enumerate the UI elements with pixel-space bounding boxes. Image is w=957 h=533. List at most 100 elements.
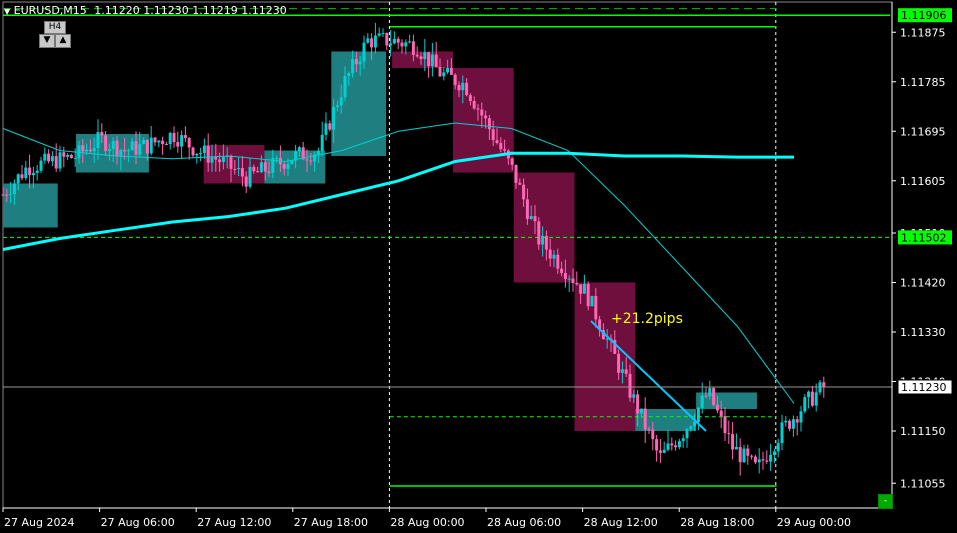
candle-body [149, 137, 153, 154]
price-label: 1.11502 [901, 231, 947, 244]
price-label: 1.11230 [901, 381, 947, 394]
candle-body [503, 149, 507, 151]
candle-body [408, 41, 412, 43]
timeframe-button[interactable]: H4 [44, 21, 66, 34]
candle-body [290, 160, 294, 164]
candle-body [738, 446, 742, 463]
candle-body [541, 235, 545, 245]
candle-body [309, 160, 313, 162]
candle-body [282, 164, 286, 169]
candle-body [689, 426, 693, 430]
candle-body [297, 147, 301, 152]
corner-green-icon[interactable]: - [878, 494, 893, 509]
h4-box [203, 145, 265, 184]
candle-body [183, 135, 187, 139]
collapse-triangle-icon[interactable]: ▼ [4, 7, 10, 16]
candle-body [696, 407, 700, 422]
candle-body [491, 129, 495, 141]
candle-body [370, 38, 374, 48]
candle-body [107, 149, 111, 152]
candle-body [442, 72, 446, 77]
candle-body [791, 419, 795, 429]
candle-body [259, 162, 263, 173]
candle-body [719, 410, 723, 417]
candle-body [803, 397, 807, 412]
candle-body [347, 73, 351, 77]
candle-body [267, 171, 271, 173]
candle-body [772, 451, 776, 455]
candle-body [685, 429, 689, 439]
candle-body [210, 157, 214, 163]
candle-body [275, 157, 279, 159]
candle-body [693, 421, 697, 427]
candle-body [180, 135, 184, 147]
chart-header: ▼ EURUSD,M15 1.11220 1.11230 1.11219 1.1… [4, 4, 287, 19]
candle-body [484, 115, 488, 119]
x-tick-label: 28 Aug 18:00 [680, 516, 754, 529]
candle-body [100, 132, 104, 136]
candle-body [354, 59, 358, 65]
candle-body [742, 448, 746, 463]
pips-annotation: +21.2pips [611, 311, 683, 327]
candle-body [366, 38, 370, 43]
candle-body [385, 33, 389, 46]
candle-body [134, 141, 138, 155]
candle-body [130, 141, 134, 151]
candle-body [636, 394, 640, 414]
candle-body [81, 145, 85, 152]
candle-body [335, 105, 339, 108]
candle-body [780, 422, 784, 444]
candle-body [487, 118, 491, 130]
price-chart[interactable]: 1.118751.117851.116951.116051.115101.114… [0, 0, 957, 533]
candle-body [123, 149, 127, 152]
candle-body [50, 156, 54, 162]
candle-body [723, 416, 727, 434]
candle-body [392, 38, 396, 44]
candle-body [465, 82, 469, 96]
arrow-down-button[interactable]: ▼ [39, 34, 55, 48]
candle-body [411, 41, 415, 55]
candle-body [651, 429, 655, 440]
price-label: 1.11906 [901, 9, 947, 22]
candle-body [263, 162, 267, 172]
candle-body [218, 159, 222, 163]
candle-body [590, 295, 594, 307]
y-tick-label: 1.11875 [900, 26, 946, 39]
candle-body [24, 167, 28, 179]
candle-body [104, 135, 108, 152]
candle-body [396, 38, 400, 43]
candle-body [339, 97, 343, 106]
candle-body [305, 159, 309, 161]
candle-body [324, 123, 328, 135]
chart-window[interactable]: 1.118751.117851.116951.116051.115101.114… [0, 0, 957, 533]
candle-body [206, 145, 210, 163]
plot-frame [2, 1, 893, 509]
candle-body [575, 283, 579, 285]
candle-body [522, 184, 526, 200]
candle-body [746, 448, 750, 456]
candle-body [822, 382, 826, 387]
candle-body [237, 168, 241, 170]
candle-body [92, 148, 96, 152]
candle-body [119, 149, 123, 157]
candle-body [666, 443, 670, 450]
candle-body [1, 194, 5, 196]
x-tick-label: 27 Aug 12:00 [197, 516, 271, 529]
candle-body [499, 143, 503, 150]
candle-body [510, 158, 514, 165]
arrow-up-button[interactable]: ▲ [55, 34, 71, 48]
candle-body [373, 35, 377, 48]
candle-body [624, 369, 628, 374]
candle-body [795, 419, 799, 423]
candle-body [389, 43, 393, 46]
candle-body [244, 176, 248, 187]
candle-body [731, 434, 735, 450]
candle-body [419, 56, 423, 60]
candle-body [677, 441, 681, 448]
candle-body [172, 132, 176, 143]
symbol-label: EURUSD,M15 [13, 4, 87, 17]
candle-body [632, 394, 636, 398]
candle-body [712, 388, 716, 405]
candle-body [810, 391, 814, 406]
ohlc-label: 1.11220 1.11230 1.11219 1.11230 [94, 4, 287, 17]
